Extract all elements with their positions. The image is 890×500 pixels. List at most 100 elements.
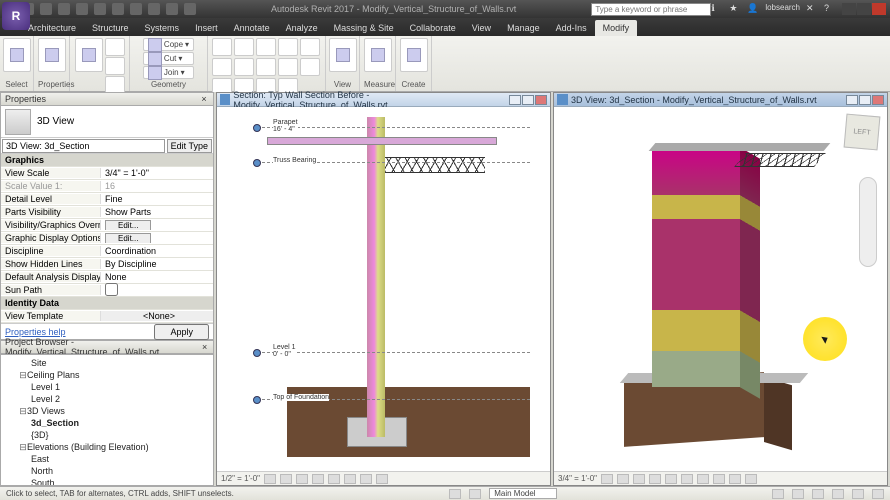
tab-view[interactable]: View	[464, 20, 499, 36]
filter-icon[interactable]	[872, 489, 884, 499]
prop-v-viewscale[interactable]: 3/4" = 1'-0"	[101, 168, 213, 178]
tree-north[interactable]: North	[3, 465, 211, 477]
tab-addins[interactable]: Add-Ins	[548, 20, 595, 36]
rotate-button[interactable]	[234, 58, 254, 76]
tab-insert[interactable]: Insert	[187, 20, 226, 36]
mirror-draw-button[interactable]	[278, 38, 298, 56]
prop-v-detail[interactable]: Fine	[101, 194, 213, 204]
tree-3dsection[interactable]: 3d_Section	[3, 417, 211, 429]
hide-isolate-icon[interactable]	[360, 474, 372, 484]
view-scale[interactable]: 1/2" = 1'-0"	[221, 474, 260, 483]
browser-close-icon[interactable]: ×	[200, 342, 209, 352]
hide-isolate-icon[interactable]	[729, 474, 741, 484]
lock-3d-icon[interactable]	[713, 474, 725, 484]
qat-section-icon[interactable]	[148, 3, 160, 15]
select-pinned-icon[interactable]	[812, 489, 824, 499]
view-close-icon[interactable]	[872, 95, 884, 105]
prop-v-template[interactable]: <None>	[101, 311, 213, 321]
qat-thin-lines-icon[interactable]	[166, 3, 178, 15]
tree-ceiling[interactable]: ⊟Ceiling Plans	[3, 369, 211, 381]
close-button[interactable]	[872, 3, 886, 15]
qat-tag-icon[interactable]	[112, 3, 124, 15]
canvas-3d[interactable]: LEFT	[554, 107, 887, 471]
cut-clipboard-button[interactable]	[105, 38, 125, 56]
prop-v-analysis[interactable]: None	[101, 272, 213, 282]
tree-south[interactable]: South	[3, 477, 211, 486]
prop-v-disc[interactable]: Coordination	[101, 246, 213, 256]
join-button[interactable]: Join ▾	[143, 66, 194, 79]
qat-undo-icon[interactable]	[40, 3, 52, 15]
array-button[interactable]	[300, 58, 320, 76]
view-panel-button[interactable]	[329, 38, 357, 72]
view-title-3d[interactable]: 3D View: 3d_Section - Modify_Vertical_St…	[554, 93, 887, 107]
infocenter-icon[interactable]: ℹ	[711, 3, 723, 15]
create-button[interactable]	[400, 38, 428, 72]
properties-close-icon[interactable]: ×	[199, 94, 209, 104]
crop-region-icon[interactable]	[697, 474, 709, 484]
prop-v-gfx[interactable]: Edit...	[101, 233, 213, 243]
select-links-icon[interactable]	[772, 489, 784, 499]
tab-modify[interactable]: Modify	[595, 20, 638, 36]
tree-lvl1[interactable]: Level 1	[3, 381, 211, 393]
tree-east[interactable]: East	[3, 453, 211, 465]
tab-systems[interactable]: Systems	[137, 20, 188, 36]
exchange-icon[interactable]: ✕	[806, 3, 818, 15]
editable-only-icon[interactable]	[469, 489, 481, 499]
viewcube[interactable]: LEFT	[844, 114, 881, 151]
align-button[interactable]	[212, 38, 232, 56]
tab-annotate[interactable]: Annotate	[226, 20, 278, 36]
prop-v-vg[interactable]: Edit...	[101, 220, 213, 230]
tree-elevations[interactable]: ⊟Elevations (Building Elevation)	[3, 441, 211, 453]
detail-level-icon[interactable]	[264, 474, 276, 484]
minimize-button[interactable]	[842, 3, 856, 15]
qat-text-icon[interactable]	[130, 3, 142, 15]
shadows-icon[interactable]	[312, 474, 324, 484]
sun-path-icon[interactable]	[633, 474, 645, 484]
tree-lvl2[interactable]: Level 2	[3, 393, 211, 405]
help-icon[interactable]: ?	[824, 3, 836, 15]
shadows-icon[interactable]	[649, 474, 661, 484]
copy-button[interactable]	[212, 58, 232, 76]
tab-massing[interactable]: Massing & Site	[326, 20, 402, 36]
navigation-bar[interactable]	[859, 177, 877, 267]
view-instance-selector[interactable]: 3D View: 3d_Section	[2, 139, 165, 153]
view-min-icon[interactable]	[846, 95, 858, 105]
measure-button[interactable]	[364, 38, 392, 72]
select-underlay-icon[interactable]	[792, 489, 804, 499]
view-min-icon[interactable]	[509, 95, 521, 105]
visual-style-icon[interactable]	[617, 474, 629, 484]
drag-elements-icon[interactable]	[852, 489, 864, 499]
qat-measure-icon[interactable]	[94, 3, 106, 15]
sun-path-icon[interactable]	[296, 474, 308, 484]
paste-button[interactable]	[75, 38, 103, 72]
trim-button[interactable]	[256, 58, 276, 76]
detail-level-icon[interactable]	[601, 474, 613, 484]
worksets-icon[interactable]	[449, 489, 461, 499]
select-face-icon[interactable]	[832, 489, 844, 499]
visual-style-icon[interactable]	[280, 474, 292, 484]
view-max-icon[interactable]	[522, 95, 534, 105]
tab-analyze[interactable]: Analyze	[278, 20, 326, 36]
qat-close-hidden-icon[interactable]	[184, 3, 196, 15]
type-selector[interactable]: 3D View	[1, 106, 213, 138]
crop-view-icon[interactable]	[328, 474, 340, 484]
modify-button[interactable]	[3, 38, 31, 72]
tab-structure[interactable]: Structure	[84, 20, 137, 36]
copy-clipboard-button[interactable]	[105, 57, 125, 75]
view-close-icon[interactable]	[535, 95, 547, 105]
qat-print-icon[interactable]	[76, 3, 88, 15]
mirror-axis-button[interactable]	[256, 38, 276, 56]
offset-button[interactable]	[234, 38, 254, 56]
help-search-input[interactable]	[591, 3, 711, 16]
qat-redo-icon[interactable]	[58, 3, 70, 15]
sunpath-checkbox[interactable]	[105, 283, 118, 296]
properties-button[interactable]	[38, 38, 66, 72]
crop-region-icon[interactable]	[344, 474, 356, 484]
split-button[interactable]	[278, 58, 298, 76]
cope-button[interactable]: Cope ▾	[143, 38, 194, 51]
reveal-hidden-icon[interactable]	[745, 474, 757, 484]
edit-type-button[interactable]: Edit Type	[167, 139, 212, 153]
tab-manage[interactable]: Manage	[499, 20, 548, 36]
prop-v-hidden[interactable]: By Discipline	[101, 259, 213, 269]
tab-collaborate[interactable]: Collaborate	[402, 20, 464, 36]
